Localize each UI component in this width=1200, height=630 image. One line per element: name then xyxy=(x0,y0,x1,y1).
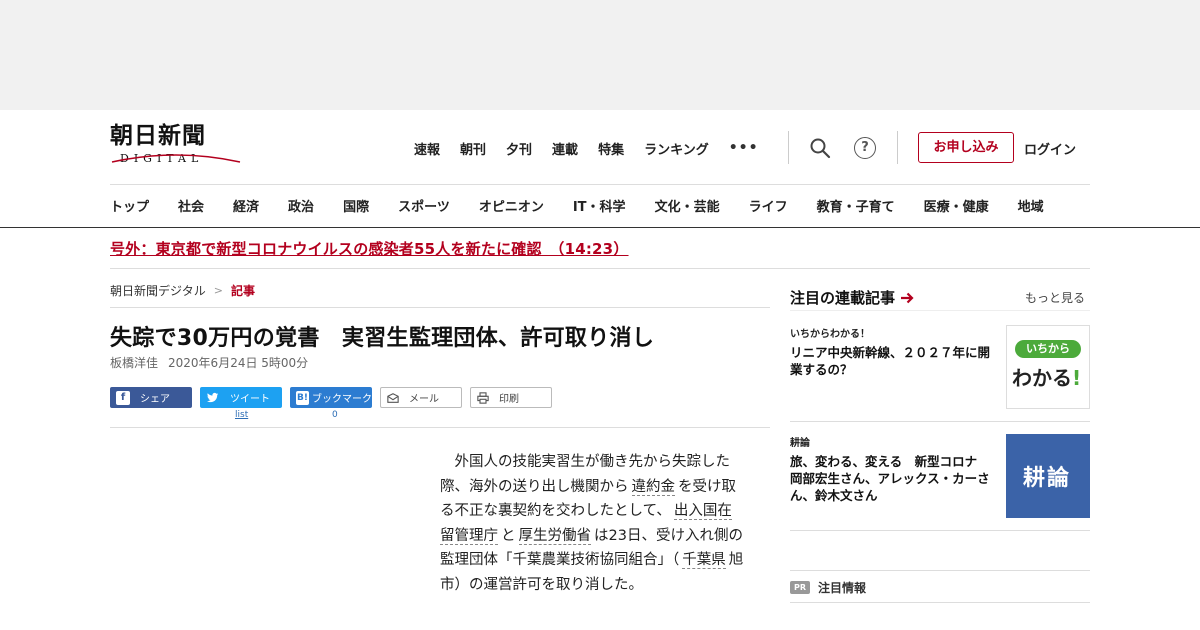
see-more-link[interactable]: もっと見る xyxy=(1025,289,1085,306)
nav-choukan[interactable]: 朝刊 xyxy=(460,139,486,158)
arrow-right-icon xyxy=(901,292,914,303)
twitter-icon xyxy=(207,392,219,402)
login-link[interactable]: ログイン xyxy=(1024,139,1076,158)
keyword-link[interactable]: 千葉県 xyxy=(682,552,726,569)
divider xyxy=(110,427,770,428)
nav-rensai[interactable]: 連載 xyxy=(552,139,578,158)
sidebar-card[interactable]: 耕論 旅、変わる、変える 新型コロナ 岡部宏生さん、アレックス・カーさん、鈴木文… xyxy=(790,434,1090,518)
facebook-share-button[interactable]: f シェア xyxy=(110,387,192,408)
category-education[interactable]: 教育・子育て xyxy=(817,196,895,215)
header-divider xyxy=(897,131,898,164)
share-buttons: f シェア ツイート B! ブックマーク メール 印刷 xyxy=(110,387,560,408)
keyword-link[interactable]: 違約金 xyxy=(631,478,675,496)
thumbnail-word: わかる xyxy=(1012,366,1072,390)
category-top[interactable]: トップ xyxy=(110,196,149,215)
byline: 板橋洋佳 2020年6月24日 5時00分 xyxy=(110,354,308,371)
thumbnail-text: 耕論 xyxy=(1022,465,1071,491)
author-name: 板橋洋佳 xyxy=(110,356,159,370)
category-economy[interactable]: 経済 xyxy=(233,196,259,215)
mail-share-button[interactable]: メール xyxy=(380,387,462,408)
sidebar-card[interactable]: いちからわかる！ リニア中央新幹線、２０２７年に開業するの？ いちから わかる! xyxy=(790,325,1090,409)
twitter-share-button[interactable]: ツイート xyxy=(200,387,282,408)
category-sports[interactable]: スポーツ xyxy=(398,196,450,215)
breadcrumb-separator: > xyxy=(213,284,223,297)
sidebar-heading[interactable]: 注目の連載記事 xyxy=(790,287,914,308)
thumbnail-wordmark: わかる! xyxy=(1012,362,1081,391)
article-title: 失踪で30万円の覚書 実習生監理団体、許可取り消し xyxy=(110,326,655,351)
hatena-bookmark-label: ブックマーク xyxy=(312,394,372,405)
twitter-share-label: ツイート xyxy=(230,394,270,405)
thumbnail-pill: いちから xyxy=(1015,340,1081,358)
divider xyxy=(790,530,1090,531)
nav-sokuho[interactable]: 速報 xyxy=(414,139,440,158)
nav-yukan[interactable]: 夕刊 xyxy=(506,139,532,158)
mail-icon xyxy=(387,392,399,403)
printer-icon xyxy=(477,391,489,404)
print-button[interactable]: 印刷 xyxy=(470,387,552,408)
sidebar-heading-label: 注目の連載記事 xyxy=(790,289,896,307)
divider xyxy=(790,310,1090,311)
search-icon[interactable] xyxy=(808,136,832,160)
header-divider xyxy=(788,131,789,164)
thumbnail-bang: ! xyxy=(1072,366,1082,390)
twitter-count[interactable]: list xyxy=(235,410,248,420)
category-culture[interactable]: 文化・芸能 xyxy=(655,196,720,215)
category-politics[interactable]: 政治 xyxy=(288,196,314,215)
pr-label: 注目情報 xyxy=(818,581,867,595)
divider xyxy=(790,602,1090,603)
category-navigation: トップ 社会 経済 政治 国際 スポーツ オピニオン IT・科学 文化・芸能 ラ… xyxy=(110,196,1044,215)
card-title: リニア中央新幹線、２０２７年に開業するの？ xyxy=(790,345,991,377)
divider xyxy=(790,570,1090,571)
divider xyxy=(110,307,770,308)
breadcrumb-current: 記事 xyxy=(230,284,255,298)
pr-section-heading: PR 注目情報 xyxy=(790,579,866,596)
card-thumbnail: 耕論 xyxy=(1006,434,1090,518)
card-title: 旅、変わる、変える 新型コロナ 岡部宏生さん、アレックス・カーさん、鈴木文さん xyxy=(790,454,990,503)
breadcrumb-home[interactable]: 朝日新聞デジタル xyxy=(110,282,206,299)
nav-tokushu[interactable]: 特集 xyxy=(598,139,624,158)
card-thumbnail: いちから わかる! xyxy=(1006,325,1090,409)
category-opinion[interactable]: オピニオン xyxy=(479,196,544,215)
category-region[interactable]: 地域 xyxy=(1018,196,1044,215)
body-text: と xyxy=(501,527,516,544)
divider xyxy=(790,421,1090,422)
category-it-science[interactable]: IT・科学 xyxy=(573,196,626,215)
divider xyxy=(110,268,1090,269)
category-life[interactable]: ライフ xyxy=(749,196,788,215)
divider xyxy=(110,184,1090,185)
logo-wordmark: 朝日新聞 xyxy=(110,122,206,149)
facebook-share-label: シェア xyxy=(140,394,170,405)
site-logo[interactable]: 朝日新聞 DIGITAL xyxy=(110,122,242,172)
category-health[interactable]: 医療・健康 xyxy=(924,196,989,215)
nav-ranking[interactable]: ランキング xyxy=(644,139,709,158)
keyword-link[interactable]: 厚生労働省 xyxy=(518,527,591,545)
category-international[interactable]: 国際 xyxy=(343,196,369,215)
facebook-icon: f xyxy=(116,390,130,405)
publish-date: 2020年6月24日 5時00分 xyxy=(168,356,309,370)
pr-badge: PR xyxy=(790,581,810,594)
article-paragraph: 外国人の技能実習生が働き先から失踪した際、海外の送り出し機関から 違約金 を受け取る… xyxy=(440,450,746,597)
mail-share-label: メール xyxy=(409,394,439,405)
subscribe-button[interactable]: お申し込み xyxy=(918,132,1014,163)
hatena-bookmark-button[interactable]: B! ブックマーク xyxy=(290,387,372,408)
logo-arc xyxy=(111,154,241,163)
header-bottom-rule xyxy=(0,227,1200,228)
advertisement-area xyxy=(0,0,1200,110)
print-label: 印刷 xyxy=(499,394,519,405)
breadcrumb: 朝日新聞デジタル > 記事 xyxy=(110,282,255,299)
bookmark-count: 0 xyxy=(332,410,338,420)
more-menu-icon[interactable]: ••• xyxy=(729,140,759,156)
top-navigation: 速報 朝刊 夕刊 連載 特集 ランキング ••• xyxy=(414,137,759,159)
category-society[interactable]: 社会 xyxy=(178,196,204,215)
article-body: 外国人の技能実習生が働き先から失踪した際、海外の送り出し機関から 違約金 を受け取る… xyxy=(440,450,746,597)
help-icon[interactable]: ? xyxy=(854,137,876,159)
hatena-bookmark-icon: B! xyxy=(296,390,309,405)
breaking-news-link[interactable]: 号外：東京都で新型コロナウイルスの感染者55人を新たに確認 （14:23） xyxy=(110,238,629,259)
